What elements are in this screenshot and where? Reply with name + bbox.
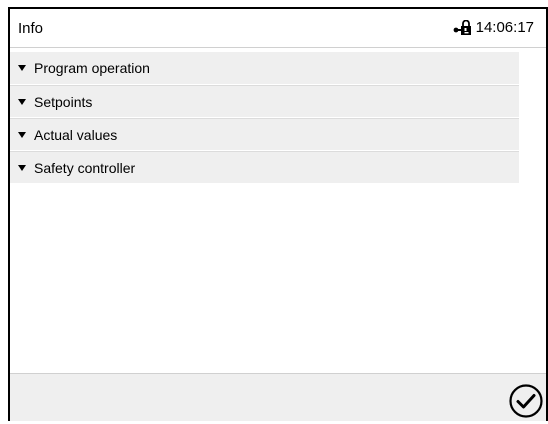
confirm-button[interactable] xyxy=(508,383,544,419)
menu-item-label: Program operation xyxy=(34,60,150,76)
clock-time: 14:06:17 xyxy=(475,19,534,36)
page-title: Info xyxy=(18,20,44,37)
triangle-down-icon xyxy=(18,98,26,105)
header-bar: Info 14:06:17 xyxy=(10,9,546,48)
triangle-down-icon xyxy=(18,164,26,171)
menu-item-safety-controller[interactable]: Safety controller xyxy=(10,151,519,184)
menu-item-label: Safety controller xyxy=(34,159,136,176)
checkmark-circle-icon xyxy=(509,384,543,418)
status-area: 14:06:17 xyxy=(452,19,534,36)
menu-item-label: Setpoints xyxy=(34,93,93,110)
footer-bar xyxy=(10,373,546,421)
lock-icon xyxy=(452,19,472,36)
menu-item-setpoints[interactable]: Setpoints xyxy=(10,85,519,118)
info-screen: Info 14:06:17 Program operation Setpoint… xyxy=(0,0,548,421)
triangle-down-icon xyxy=(18,131,26,138)
info-menu-list: Program operation Setpoints Actual value… xyxy=(10,52,519,184)
menu-item-label: Actual values xyxy=(34,126,118,143)
menu-item-actual-values[interactable]: Actual values xyxy=(10,118,519,151)
triangle-down-icon xyxy=(18,65,26,71)
menu-item-program-operation[interactable]: Program operation xyxy=(10,52,519,85)
